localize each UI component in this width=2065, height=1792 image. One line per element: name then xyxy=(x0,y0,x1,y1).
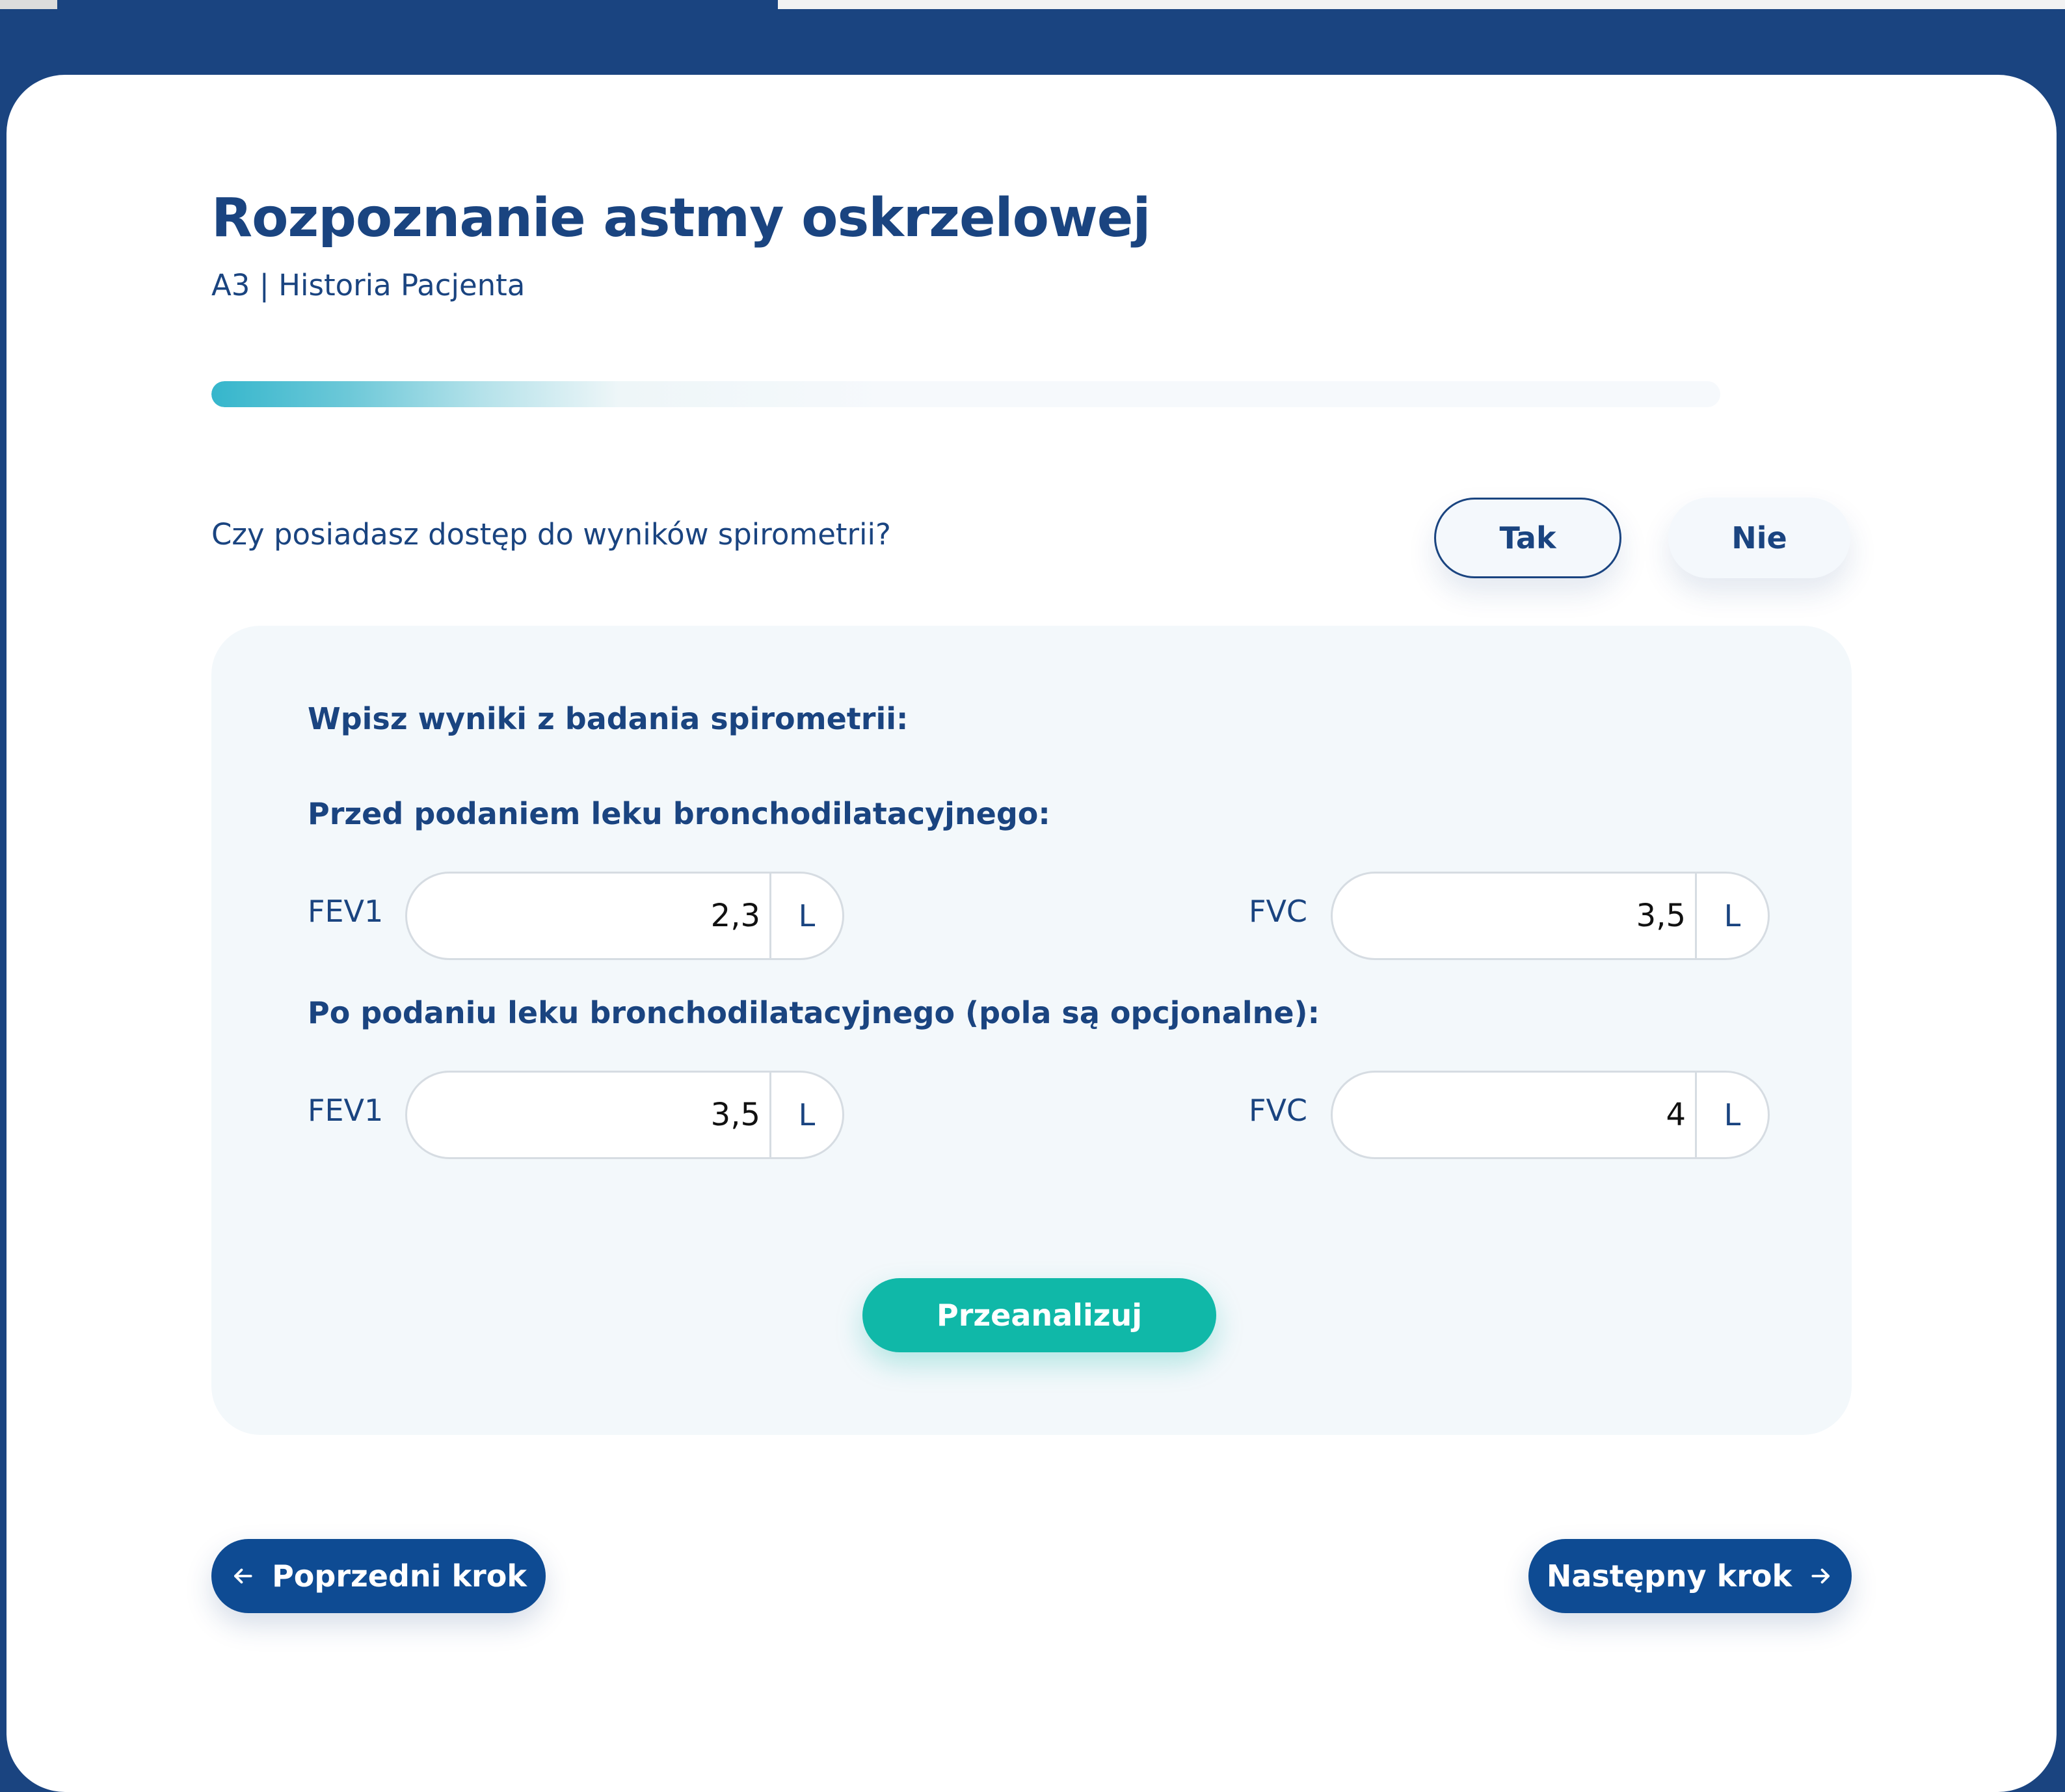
next-step-label: Następny krok xyxy=(1546,1558,1792,1594)
before-fev1-unit: L xyxy=(769,874,842,958)
before-fvc-unit: L xyxy=(1695,874,1768,958)
arrow-left-icon xyxy=(230,1564,255,1588)
before-fvc-value[interactable]: 3,5 xyxy=(1333,898,1695,934)
after-fev1-unit: L xyxy=(769,1073,842,1157)
page-title: Rozpoznanie astmy oskrzelowej xyxy=(211,187,1151,249)
before-fev1-value[interactable]: 2,3 xyxy=(407,898,769,934)
top-bar-tab-active xyxy=(57,0,778,9)
after-fev1-value[interactable]: 3,5 xyxy=(407,1097,769,1133)
after-bronchodilator-heading: Po podaniu leku bronchodilatacyjnego (po… xyxy=(308,995,1320,1030)
after-fev1-label: FEV1 xyxy=(308,1093,384,1128)
spirometry-heading: Wpisz wyniki z badania spirometrii: xyxy=(308,701,909,736)
before-fvc-label: FVC xyxy=(1249,894,1308,929)
next-step-button[interactable]: Następny krok xyxy=(1528,1539,1852,1613)
before-bronchodilator-heading: Przed podaniem leku bronchodilatacyjnego… xyxy=(308,796,1050,831)
before-fvc-input[interactable]: 3,5 L xyxy=(1331,872,1770,960)
top-bar-tab-inactive xyxy=(0,0,57,9)
after-fvc-input[interactable]: 4 L xyxy=(1331,1071,1770,1159)
no-button[interactable]: Nie xyxy=(1668,498,1850,578)
after-fvc-value[interactable]: 4 xyxy=(1333,1097,1695,1133)
after-fvc-unit: L xyxy=(1695,1073,1768,1157)
after-fev1-input[interactable]: 3,5 L xyxy=(405,1071,844,1159)
progress-fill xyxy=(211,381,890,407)
analyze-button[interactable]: Przeanalizuj xyxy=(862,1278,1216,1352)
yes-button[interactable]: Tak xyxy=(1434,498,1621,578)
previous-step-button[interactable]: Poprzedni krok xyxy=(211,1539,546,1613)
arrow-right-icon xyxy=(1809,1564,1833,1588)
browser-top-bar xyxy=(0,0,2065,9)
before-fev1-input[interactable]: 2,3 L xyxy=(405,872,844,960)
progress-bar xyxy=(211,381,1720,407)
page-subtitle: A3 | Historia Pacjenta xyxy=(211,268,526,302)
after-fvc-label: FVC xyxy=(1249,1093,1308,1128)
spirometry-access-question: Czy posiadasz dostęp do wyników spiromet… xyxy=(211,517,891,552)
before-fev1-label: FEV1 xyxy=(308,894,384,929)
previous-step-label: Poprzedni krok xyxy=(272,1558,527,1594)
